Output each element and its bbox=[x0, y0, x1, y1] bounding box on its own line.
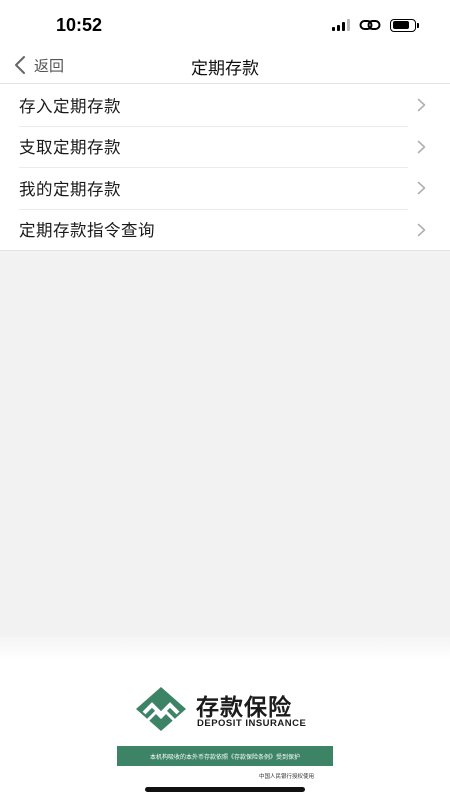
battery-icon bbox=[390, 18, 419, 32]
chevron-right-icon bbox=[417, 140, 426, 153]
menu-item-instruction-query[interactable]: 定期存款指令查询 bbox=[0, 208, 450, 251]
brand-name-cn: 存款保险 bbox=[196, 695, 292, 721]
deposit-insurance-footer: 存款保险 DEPOSIT INSURANCE 本机构吸收的本外币存款依照《存款保… bbox=[0, 636, 450, 800]
status-time: 10:52 bbox=[56, 15, 103, 35]
page-title: 定期存款 bbox=[191, 59, 259, 79]
menu-item-label: 定期存款指令查询 bbox=[19, 221, 155, 241]
status-bar: 10:52 bbox=[0, 0, 450, 46]
status-icons bbox=[332, 18, 419, 32]
brand-name-en: DEPOSIT INSURANCE bbox=[197, 718, 307, 729]
navigation-bar: 返回 定期存款 bbox=[0, 46, 450, 84]
authorization-note: 中国人民银行授权使用 bbox=[258, 774, 314, 780]
deposit-insurance-logo bbox=[136, 687, 186, 731]
notice-banner: 本机构吸收的本外币存款依照《存款保险条例》受到保护 bbox=[117, 746, 333, 766]
chevron-right-icon bbox=[417, 98, 426, 112]
signal-icon bbox=[332, 19, 350, 31]
menu-item-label: 支取定期存款 bbox=[19, 138, 121, 158]
chevron-right-icon bbox=[417, 223, 426, 236]
menu-item-my-fixed-deposits[interactable]: 我的定期存款 bbox=[0, 167, 450, 209]
menu-list: 存入定期存款 支取定期存款 我的定期存款 定期存款指令查询 bbox=[0, 84, 450, 251]
menu-item-label: 存入定期存款 bbox=[19, 96, 121, 116]
menu-item-label: 我的定期存款 bbox=[19, 179, 121, 199]
link-icon bbox=[359, 20, 381, 30]
menu-item-deposit-fixed[interactable]: 存入定期存款 bbox=[0, 84, 450, 126]
chevron-right-icon bbox=[417, 181, 426, 195]
home-indicator[interactable] bbox=[145, 787, 305, 792]
menu-item-withdraw-fixed[interactable]: 支取定期存款 bbox=[0, 125, 450, 168]
